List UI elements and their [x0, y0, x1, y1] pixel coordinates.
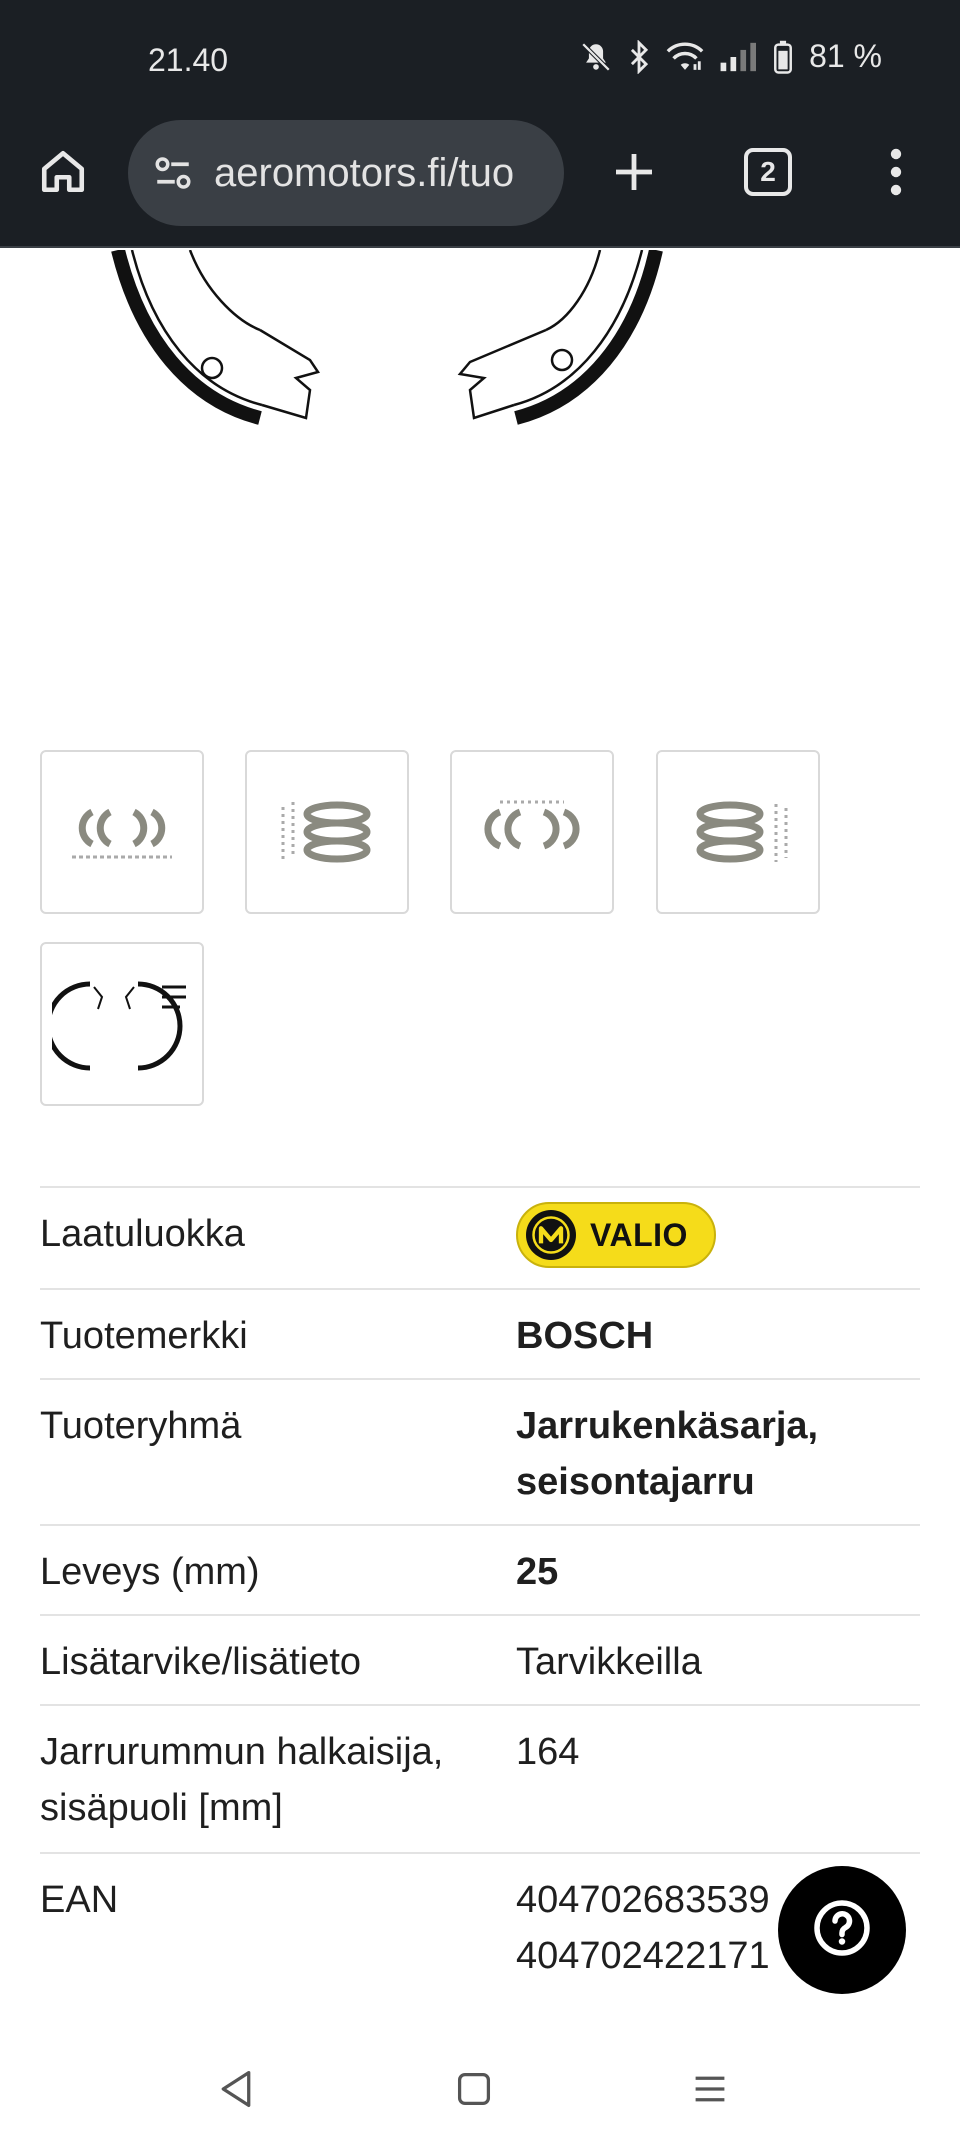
- status-icons: 81 %: [579, 38, 882, 75]
- spec-value-brand: BOSCH: [516, 1315, 654, 1357]
- spec-row-drum: Jarrurummun halkaisija, sisäpuoli [mm] 1…: [40, 1704, 920, 1852]
- plus-icon: [610, 148, 658, 201]
- spec-value-group: Jarrukenkäsarja, seisontajarru: [516, 1380, 920, 1524]
- home-nav-button[interactable]: [444, 2066, 504, 2116]
- browser-toolbar: aeromotors.fi/tuo 2: [0, 100, 960, 248]
- recents-button[interactable]: [680, 2066, 740, 2116]
- spec-value-group-line2: seisontajarru: [516, 1461, 755, 1503]
- back-button[interactable]: [206, 2066, 266, 2116]
- thumbnail-5[interactable]: [40, 942, 204, 1106]
- bluetooth-icon: [627, 39, 651, 74]
- home-button[interactable]: [34, 144, 92, 202]
- spec-label-accessory: Lisätarvike/lisätieto: [40, 1641, 362, 1683]
- spec-value-group-line1: Jarrukenkäsarja,: [516, 1405, 819, 1447]
- spec-row-width: Leveys (mm) 25: [40, 1524, 920, 1614]
- spec-label-quality: Laatuluokka: [40, 1213, 245, 1255]
- more-vert-icon: [889, 148, 903, 201]
- spec-row-accessory: Lisätarvike/lisätieto Tarvikkeilla: [40, 1614, 920, 1704]
- signal-icon: [719, 40, 759, 74]
- spec-value-drum: 164: [516, 1731, 580, 1773]
- status-time: 21.40: [148, 42, 229, 78]
- address-bar[interactable]: aeromotors.fi/tuo: [128, 120, 564, 226]
- spec-label-group: Tuoteryhmä: [40, 1405, 242, 1447]
- url-text[interactable]: aeromotors.fi/tuo: [214, 151, 514, 196]
- quality-badge-text: VALIO: [590, 1217, 688, 1253]
- home-nav-icon: [456, 2071, 492, 2112]
- thumbnail-3[interactable]: [450, 750, 614, 914]
- status-bar: 21.40 81 %: [0, 0, 960, 100]
- system-nav-bar: [0, 2036, 960, 2144]
- wifi-icon: [665, 40, 705, 74]
- spec-value-quality: VALIO: [516, 1188, 920, 1288]
- thumbnail-2[interactable]: [245, 750, 409, 914]
- spec-value-width: 25: [516, 1551, 559, 1593]
- thumbnail-4[interactable]: [656, 750, 820, 914]
- help-icon: [812, 1898, 872, 1963]
- battery-percent: 81 %: [809, 38, 882, 74]
- spec-label-brand: Tuotemerkki: [40, 1315, 248, 1357]
- spec-row-quality: Laatuluokka VALIO: [40, 1186, 920, 1288]
- new-tab-button[interactable]: [604, 144, 664, 204]
- more-menu-button[interactable]: [874, 142, 918, 206]
- spec-row-brand: Tuotemerkki BOSCH: [40, 1288, 920, 1378]
- spec-label-ean: EAN: [40, 1879, 119, 1921]
- spec-table: Laatuluokka VALIO Tuotemerkki BOSCH Tuot…: [40, 1186, 920, 2002]
- main-product-image[interactable]: [0, 248, 960, 710]
- spec-label-width: Leveys (mm): [40, 1551, 260, 1593]
- spec-row-group: Tuoteryhmä Jarrukenkäsarja, seisontajarr…: [40, 1378, 920, 1524]
- thumbnail-1[interactable]: [40, 750, 204, 914]
- quality-badge: VALIO: [516, 1202, 716, 1268]
- recents-icon: [692, 2071, 728, 2112]
- spec-label-drum-line2: sisäpuoli [mm]: [40, 1787, 283, 1829]
- back-icon: [217, 2069, 255, 2114]
- valio-logo-icon: [526, 1210, 576, 1260]
- spec-label-drum: Jarrurummun halkaisija, sisäpuoli [mm]: [40, 1706, 516, 1852]
- site-settings-icon[interactable]: [150, 150, 196, 196]
- mute-icon: [579, 40, 613, 74]
- home-icon: [38, 146, 88, 201]
- spec-label-drum-line1: Jarrurummun halkaisija,: [40, 1731, 444, 1773]
- battery-icon: [773, 40, 793, 74]
- tabs-button[interactable]: 2: [744, 148, 792, 196]
- help-button[interactable]: [778, 1866, 906, 1994]
- spec-value-accessory: Tarvikkeilla: [516, 1641, 702, 1683]
